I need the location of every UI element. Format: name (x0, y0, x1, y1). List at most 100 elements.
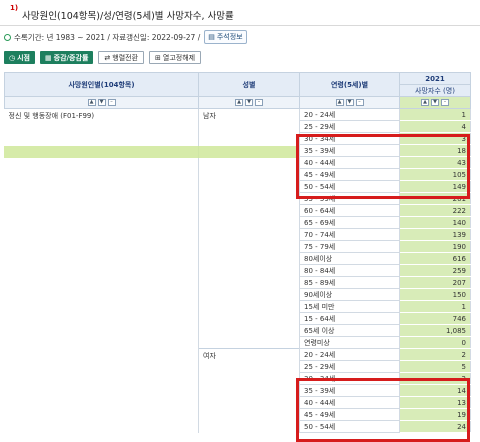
selected-row-band (4, 146, 299, 158)
pivot-label: 행렬전환 (112, 53, 139, 62)
age-cell: 45 - 49세 (299, 408, 400, 421)
age-cell: 20 - 24세 (299, 108, 400, 121)
value-cell: 1,085 (399, 324, 471, 337)
value-cell: 140 (399, 216, 471, 229)
age-cell: 25 - 29세 (299, 120, 400, 133)
clock-icon: ◷ (9, 53, 16, 62)
notes-button[interactable]: ▤ 주석정보 (204, 30, 247, 44)
unfreeze-columns-button[interactable]: ⊞ 열고정해제 (149, 51, 202, 64)
age-cell: 연령미상 (299, 336, 400, 349)
value-cell: 150 (399, 288, 471, 301)
age-cell: 70 - 74세 (299, 228, 400, 241)
age-cell: 30 - 34세 (299, 132, 400, 145)
sort-controls-age: ▲ ▼ – (299, 96, 400, 109)
age-cell: 65세 이상 (299, 324, 400, 337)
value-cell: 18 (399, 144, 471, 157)
value-cell: 5 (399, 360, 471, 373)
age-cell: 40 - 44세 (299, 396, 400, 409)
notes-label: 주석정보 (216, 33, 243, 41)
age-cell: 85 - 89세 (299, 276, 400, 289)
period-icon (4, 33, 11, 41)
age-cell: 55 - 59세 (299, 192, 400, 205)
value-cell: 201 (399, 192, 471, 205)
age-cell: 35 - 39세 (299, 384, 400, 397)
sort-ascending-icon[interactable]: ▲ (335, 99, 344, 106)
age-cell: 25 - 29세 (299, 360, 400, 373)
value-cell: 14 (399, 384, 471, 397)
header-unit: 사망자수 (명) (399, 84, 471, 97)
sort-controls-value: ▲ ▼ – (399, 96, 471, 109)
value-cell: 222 (399, 204, 471, 217)
unfreeze-icon: ⊞ (155, 53, 161, 62)
header-cause[interactable]: 사망원인별(104항목) (4, 72, 199, 97)
note-icon: ▤ (208, 33, 215, 41)
value-cell: 43 (399, 156, 471, 169)
age-cell: 60 - 64세 (299, 204, 400, 217)
change-rate-button[interactable]: ▦ 증감/증감률 (40, 51, 94, 64)
sort-controls-sex: ▲ ▼ – (198, 96, 300, 109)
age-cell: 80 - 84세 (299, 264, 400, 277)
time-point-button[interactable]: ◷ 시점 (4, 51, 35, 64)
value-cell: 1 (399, 300, 471, 313)
value-cell: 190 (399, 240, 471, 253)
sort-ascending-icon[interactable]: ▲ (421, 99, 429, 106)
value-cell: 139 (399, 228, 471, 241)
value-cell: 4 (399, 120, 471, 133)
header-age[interactable]: 연령(5세)별 (299, 72, 400, 97)
sort-descending-icon[interactable]: ▼ (345, 99, 354, 106)
pivot-button[interactable]: ⇄ 행렬전환 (98, 51, 145, 64)
time-point-label: 시점 (17, 53, 30, 62)
value-cell: 2 (399, 372, 471, 385)
age-cell: 65 - 69세 (299, 216, 400, 229)
age-cell: 80세이상 (299, 252, 400, 265)
age-cell: 35 - 39세 (299, 144, 400, 157)
sort-descending-icon[interactable]: ▼ (245, 99, 253, 106)
value-cell: 149 (399, 180, 471, 193)
header-sex[interactable]: 성별 (198, 72, 300, 97)
value-cell: 259 (399, 264, 471, 277)
value-cell: 207 (399, 276, 471, 289)
collapse-icon[interactable]: – (255, 99, 263, 106)
meta-text: 수록기간: 년 1983 ~ 2021 / 자료갱신일: 2022-09-27 … (14, 32, 201, 42)
value-cell: 3 (399, 132, 471, 145)
title-bar: 1) 사망원인(104항목)/성/연령(5세)별 사망자수, 사망률 (0, 0, 480, 26)
value-cell: 616 (399, 252, 471, 265)
sort-controls-cause: ▲ ▼ – (4, 96, 199, 109)
table-row: 정신 및 행동장애 (F01-F99) 남자 20 - 24세 1 (4, 108, 471, 433)
change-rate-label: 증감/증감률 (53, 53, 89, 62)
page-title: 사망원인(104항목)/성/연령(5세)별 사망자수, 사망률 (22, 11, 234, 22)
pivot-icon: ⇄ (104, 53, 111, 62)
value-cell: 13 (399, 396, 471, 409)
age-cell: 90세이상 (299, 288, 400, 301)
title-number: 1) (10, 4, 19, 12)
value-cell: 1 (399, 108, 471, 121)
unfreeze-label: 열고정해제 (162, 53, 196, 62)
value-cell: 24 (399, 420, 471, 433)
sex-cell-male: 남자 (198, 108, 300, 349)
sort-ascending-icon[interactable]: ▲ (87, 99, 96, 106)
age-cell: 15세 미만 (299, 300, 400, 313)
collapse-icon[interactable]: – (107, 99, 116, 106)
value-cell: 0 (399, 336, 471, 349)
value-cell: 2 (399, 348, 471, 361)
age-cell: 50 - 54세 (299, 420, 400, 433)
value-cell: 746 (399, 312, 471, 325)
age-cell: 20 - 24세 (299, 348, 400, 361)
calculator-icon: ▦ (45, 53, 52, 62)
toolbar: ◷ 시점 ▦ 증감/증감률 ⇄ 행렬전환 ⊞ 열고정해제 (4, 51, 202, 64)
age-cell: 30 - 34세 (299, 372, 400, 385)
age-cell: 45 - 49세 (299, 168, 400, 181)
meta-line: 수록기간: 년 1983 ~ 2021 / 자료갱신일: 2022-09-27 … (4, 30, 247, 44)
sort-descending-icon[interactable]: ▼ (97, 99, 106, 106)
collapse-icon[interactable]: – (355, 99, 364, 106)
age-cell: 75 - 79세 (299, 240, 400, 253)
age-cell: 15 - 64세 (299, 312, 400, 325)
header-year[interactable]: 2021 (399, 72, 471, 85)
collapse-icon[interactable]: – (441, 99, 449, 106)
sex-cell-female: 여자 (198, 348, 300, 433)
sort-descending-icon[interactable]: ▼ (431, 99, 439, 106)
value-cell: 105 (399, 168, 471, 181)
age-cell: 40 - 44세 (299, 156, 400, 169)
age-cell: 50 - 54세 (299, 180, 400, 193)
sort-ascending-icon[interactable]: ▲ (235, 99, 243, 106)
